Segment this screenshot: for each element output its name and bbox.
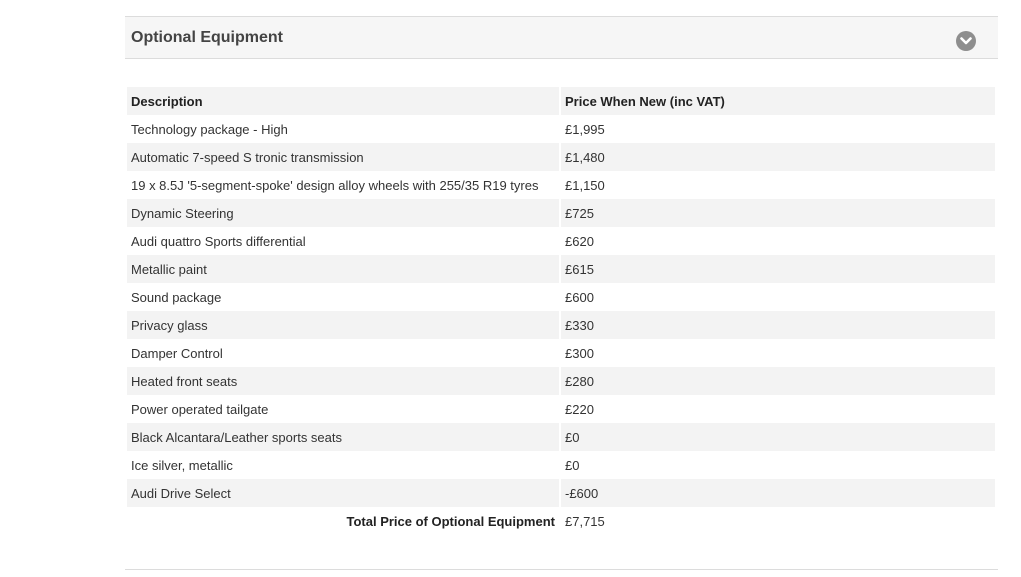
row-price: £220 xyxy=(565,401,594,417)
table-row: Privacy glass £330 xyxy=(127,311,995,339)
optional-equipment-panel: Optional Equipment Description Price Whe… xyxy=(125,16,998,576)
total-value: £7,715 xyxy=(565,513,605,529)
optional-equipment-table: Description Price When New (inc VAT) Tec… xyxy=(125,87,997,535)
section-divider xyxy=(125,569,998,570)
table-row: Ice silver, metallic £0 xyxy=(127,451,995,479)
row-description: Sound package xyxy=(131,289,222,305)
expand-toggle-button[interactable] xyxy=(956,31,976,51)
total-row: Total Price of Optional Equipment £7,715 xyxy=(127,507,995,535)
row-price: £725 xyxy=(561,199,995,227)
column-header-price: Price When New (inc VAT) xyxy=(561,87,995,115)
table-row: Sound package £600 xyxy=(127,283,995,311)
row-description: Heated front seats xyxy=(127,367,559,395)
row-description: Dynamic Steering xyxy=(127,199,559,227)
table-row: Black Alcantara/Leather sports seats £0 xyxy=(127,423,995,451)
row-price: £1,480 xyxy=(561,143,995,171)
row-price: £0 xyxy=(561,423,995,451)
row-description: Technology package - High xyxy=(131,121,288,137)
row-description: Audi quattro Sports differential xyxy=(131,233,306,249)
row-price: £330 xyxy=(561,311,995,339)
row-description: Power operated tailgate xyxy=(131,401,269,417)
table-row: Metallic paint £615 xyxy=(127,255,995,283)
table-row: Technology package - High £1,995 xyxy=(127,115,995,143)
row-price: £615 xyxy=(561,255,995,283)
row-price: -£600 xyxy=(561,479,995,507)
table-row: Heated front seats £280 xyxy=(127,367,995,395)
panel-header[interactable]: Optional Equipment xyxy=(125,16,998,59)
row-description: 19 x 8.5J '5-segment-spoke' design alloy… xyxy=(131,177,539,193)
row-description: Automatic 7-speed S tronic transmission xyxy=(127,143,559,171)
table-header-row: Description Price When New (inc VAT) xyxy=(127,87,995,115)
table-row: Damper Control £300 xyxy=(127,339,995,367)
table-row: Audi Drive Select -£600 xyxy=(127,479,995,507)
table-row: Audi quattro Sports differential £620 xyxy=(127,227,995,255)
row-description: Damper Control xyxy=(131,345,223,361)
column-header-description: Description xyxy=(127,87,559,115)
table-row: Power operated tailgate £220 xyxy=(127,395,995,423)
panel-title: Optional Equipment xyxy=(131,29,283,46)
row-price: £1,995 xyxy=(565,121,605,137)
row-description: Ice silver, metallic xyxy=(131,457,233,473)
row-price: £280 xyxy=(561,367,995,395)
total-label: Total Price of Optional Equipment xyxy=(346,513,556,529)
row-price: £300 xyxy=(565,345,594,361)
row-description: Audi Drive Select xyxy=(127,479,559,507)
row-price: £0 xyxy=(565,457,580,473)
row-description: Black Alcantara/Leather sports seats xyxy=(127,423,559,451)
chevron-down-icon xyxy=(960,37,972,45)
table-row: Automatic 7-speed S tronic transmission … xyxy=(127,143,995,171)
row-price: £1,150 xyxy=(565,177,605,193)
table-row: Dynamic Steering £725 xyxy=(127,199,995,227)
row-price: £620 xyxy=(565,233,594,249)
row-description: Privacy glass xyxy=(127,311,559,339)
row-price: £600 xyxy=(565,289,594,305)
table-row: 19 x 8.5J '5-segment-spoke' design alloy… xyxy=(127,171,995,199)
row-description: Metallic paint xyxy=(127,255,559,283)
